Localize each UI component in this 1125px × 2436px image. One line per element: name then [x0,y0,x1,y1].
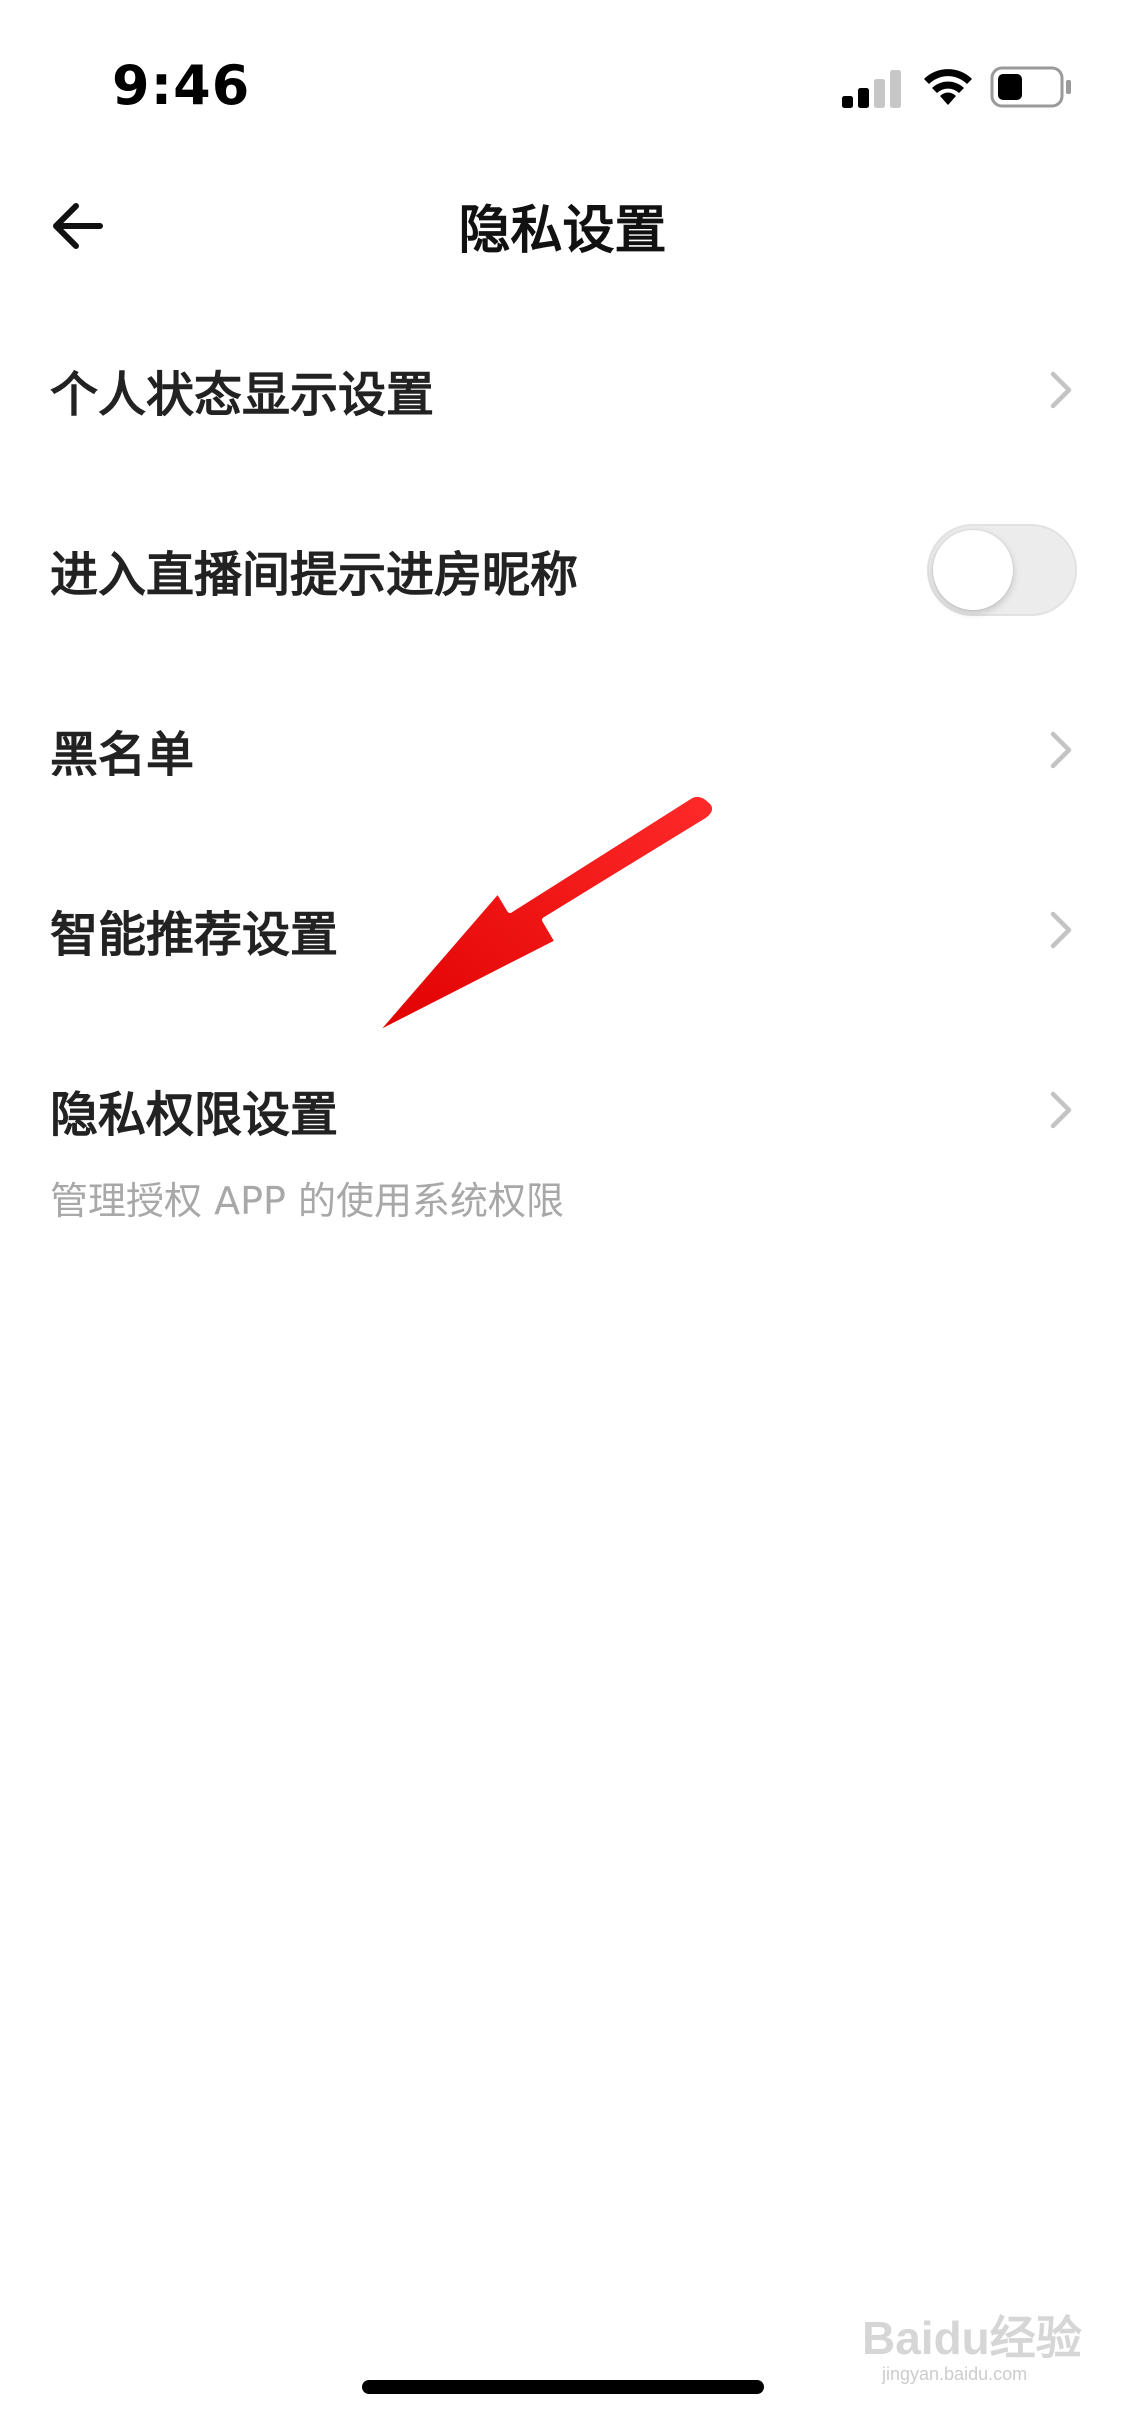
toggle-knob [933,530,1013,610]
entry-nickname-toggle[interactable] [927,524,1077,616]
settings-row-label: 黑名单 [50,727,195,783]
chevron-right-icon [1050,1091,1072,1129]
cellular-signal-icon [842,70,901,108]
baidu-watermark: Baidu经验 jingyan.baidu.com [862,2302,1082,2384]
settings-row-label: 个人状态显示设置 [50,367,435,423]
wifi-icon [924,69,972,105]
page-title: 隐私设置 [458,201,667,261]
status-time: 9:46 [112,54,251,117]
watermark-text: Baidu经验 [862,2312,1082,2364]
status-bar: 9:46 [0,0,1125,140]
settings-row-label: 进入直播间提示进房昵称 [50,547,579,603]
home-indicator[interactable] [362,2380,764,2394]
settings-row-personal-status[interactable]: 个人状态显示设置 [0,300,1125,480]
settings-row-label: 智能推荐设置 [50,907,339,963]
settings-row-entry-nickname: 进入直播间提示进房昵称 [0,480,1125,660]
battery-icon [990,66,1071,108]
annotation-arrow-icon [367,790,718,1041]
navigation-header: 隐私设置 [0,160,1125,280]
chevron-right-icon [1050,911,1072,949]
chevron-right-icon [1050,371,1072,409]
settings-row-label: 隐私权限设置 [50,1087,339,1143]
chevron-right-icon [1050,731,1072,769]
privacy-permissions-description: 管理授权 APP 的使用系统权限 [50,1179,564,1223]
watermark-url: jingyan.baidu.com [882,2364,1028,2384]
